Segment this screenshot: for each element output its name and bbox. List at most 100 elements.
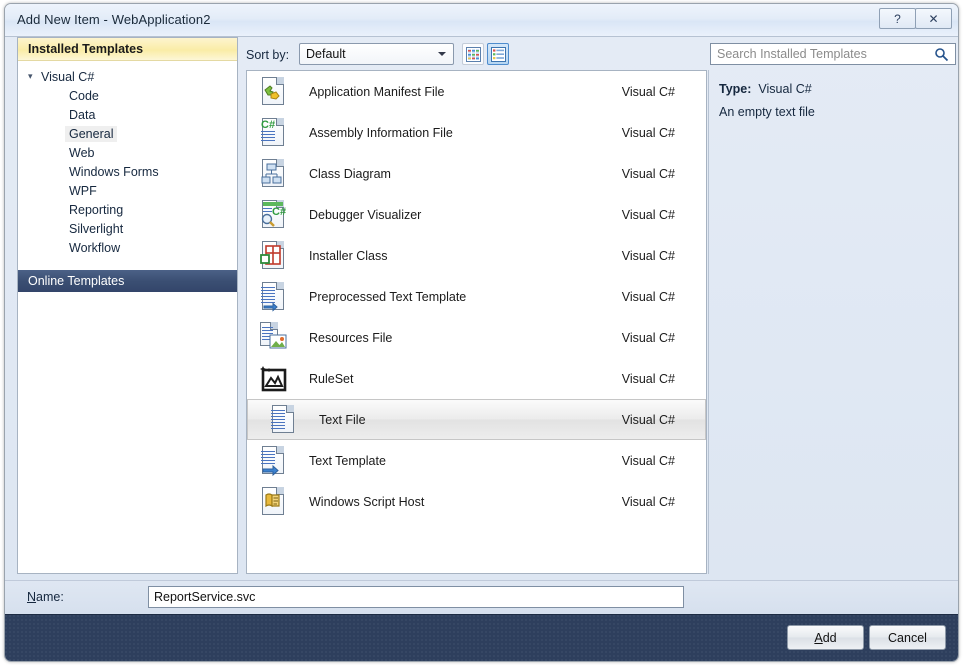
template-language: Visual C# [621, 412, 675, 427]
sidebar-item-label: Data [69, 107, 96, 122]
manifest-file-icon [258, 76, 290, 108]
sidebar-item-code[interactable]: Code [18, 86, 237, 105]
template-language: Visual C# [621, 330, 675, 345]
sidebar-item-silverlight[interactable]: Silverlight [18, 219, 237, 238]
debugger-visualizer-icon: C# [258, 199, 290, 231]
dialog-body: Installed Templates ▾ Visual C# Code Dat… [5, 37, 958, 580]
template-name: Windows Script Host [309, 494, 425, 509]
template-row-debugger-visualizer[interactable]: C# Debugger Visualizer Visual C# [248, 194, 705, 235]
template-row-resources-file[interactable]: Resources File Visual C# [248, 317, 705, 358]
template-language: Visual C# [621, 125, 675, 140]
template-row-application-manifest-file[interactable]: Application Manifest File Visual C# [248, 71, 705, 112]
add-button-label: dd [822, 630, 837, 645]
sidebar-item-web[interactable]: Web [18, 143, 237, 162]
template-row-class-diagram[interactable]: Class Diagram Visual C# [248, 153, 705, 194]
resources-file-icon [258, 321, 290, 354]
template-name: Text Template [309, 453, 386, 468]
cancel-button[interactable]: Cancel [869, 625, 946, 650]
template-name: RuleSet [309, 371, 354, 386]
assembly-info-file-icon: C# [258, 117, 290, 149]
dialog-footer: Add Cancel [5, 614, 958, 661]
tree-node-label: Visual C# [41, 69, 95, 84]
add-button-accel: A [814, 630, 823, 645]
panel-divider [708, 70, 709, 574]
sidebar-item-general[interactable]: General [18, 124, 237, 143]
template-language: Visual C# [621, 494, 675, 509]
templates-list[interactable]: Application Manifest File Visual C# C# A… [246, 70, 707, 574]
add-new-item-dialog: Add New Item - WebApplication2 ? ✕ Insta… [4, 3, 959, 662]
template-name: Application Manifest File [309, 84, 445, 99]
sidebar-item-reporting[interactable]: Reporting [18, 200, 237, 219]
search-input[interactable]: Search Installed Templates [717, 47, 867, 61]
sidebar-item-windows-forms[interactable]: Windows Forms [18, 162, 237, 181]
large-icons-view-icon [465, 46, 481, 62]
large-icons-view-button[interactable] [462, 43, 484, 65]
chevron-down-icon [438, 52, 446, 56]
template-name: Class Diagram [309, 166, 391, 181]
name-field-strip: Name: [5, 580, 958, 614]
sidebar-item-wpf[interactable]: WPF [18, 181, 237, 200]
installed-templates-tree: Installed Templates ▾ Visual C# Code Dat… [17, 37, 238, 574]
window-title: Add New Item - WebApplication2 [17, 12, 211, 27]
title-bar: Add New Item - WebApplication2 ? ✕ [5, 4, 958, 37]
ruleset-icon [258, 363, 290, 395]
details-type-row: Type: Visual C# [719, 82, 812, 96]
installed-templates-header: Installed Templates [18, 38, 237, 61]
sidebar-item-label: Code [69, 88, 99, 103]
search-box[interactable]: Search Installed Templates [710, 43, 956, 65]
name-input[interactable] [148, 586, 684, 608]
text-file-icon [268, 404, 300, 436]
template-language: Visual C# [621, 207, 675, 222]
windows-script-host-icon [258, 486, 290, 518]
cancel-button-label: Cancel [888, 630, 927, 645]
installer-class-icon [258, 240, 290, 272]
tree-list: ▾ Visual C# Code Data General Web Window… [18, 61, 237, 257]
tree-node-visual-csharp[interactable]: ▾ Visual C# [18, 67, 237, 86]
class-diagram-icon [258, 158, 290, 190]
template-row-text-template[interactable]: Text Template Visual C# [248, 440, 705, 481]
template-row-assembly-information-file[interactable]: C# Assembly Information File Visual C# [248, 112, 705, 153]
sidebar-item-label: Silverlight [69, 221, 124, 236]
sidebar-item-label: WPF [69, 183, 97, 198]
template-row-ruleset[interactable]: RuleSet Visual C# [248, 358, 705, 399]
installed-templates-header-label: Installed Templates [28, 42, 144, 56]
template-name: Installer Class [309, 248, 388, 263]
details-type-label: Type: [719, 82, 752, 96]
template-row-text-file[interactable]: Text File Visual C# [247, 399, 706, 440]
template-name: Resources File [309, 330, 393, 345]
search-icon[interactable] [934, 47, 949, 62]
sort-by-dropdown[interactable]: Default [299, 43, 454, 65]
name-label: Name: [27, 590, 64, 604]
name-label-accel: N [27, 590, 37, 604]
template-row-installer-class[interactable]: Installer Class Visual C# [248, 235, 705, 276]
sidebar-item-label: Workflow [69, 240, 121, 255]
list-view-button[interactable] [487, 43, 509, 65]
template-row-preprocessed-text-template[interactable]: Preprocessed Text Template Visual C# [248, 276, 705, 317]
sidebar-item-label: General [65, 125, 118, 142]
template-name: Assembly Information File [309, 125, 453, 140]
list-view-icon [490, 46, 506, 62]
close-button[interactable]: ✕ [915, 8, 952, 29]
text-template-icon [258, 445, 290, 477]
template-language: Visual C# [621, 371, 675, 386]
sort-by-label: Sort by: [246, 48, 290, 62]
sidebar-item-label: Reporting [69, 202, 124, 217]
help-button[interactable]: ? [879, 8, 916, 29]
sidebar-item-data[interactable]: Data [18, 105, 237, 124]
sidebar-item-workflow[interactable]: Workflow [18, 238, 237, 257]
online-templates-section[interactable]: Online Templates [18, 270, 237, 292]
details-type-value: Visual C# [758, 82, 812, 96]
template-row-windows-script-host[interactable]: Windows Script Host Visual C# [248, 481, 705, 522]
sidebar-item-label: Windows Forms [69, 164, 159, 179]
template-name: Preprocessed Text Template [309, 289, 467, 304]
online-templates-label: Online Templates [28, 274, 125, 288]
sort-by-value: Default [306, 47, 346, 61]
template-language: Visual C# [621, 166, 675, 181]
sidebar-item-label: Web [69, 145, 95, 160]
template-language: Visual C# [621, 453, 675, 468]
add-button[interactable]: Add [787, 625, 864, 650]
name-label-rest: ame: [36, 590, 64, 604]
expander-icon[interactable]: ▾ [28, 71, 41, 82]
template-name: Text File [319, 412, 366, 427]
template-details-panel: Type: Visual C# An empty text file [715, 70, 946, 574]
